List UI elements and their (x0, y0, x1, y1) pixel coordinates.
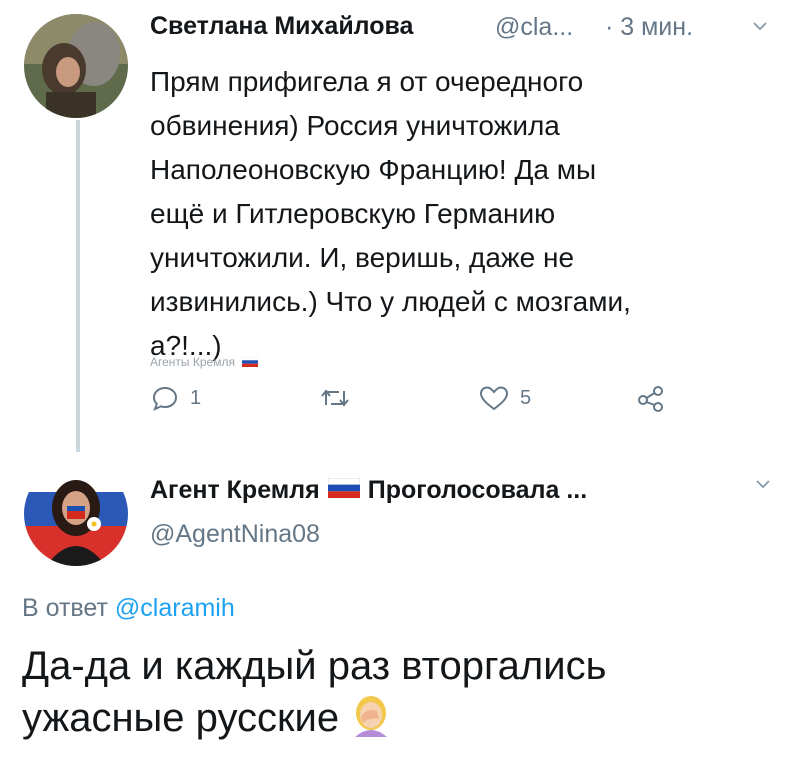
facepalm-emoji-icon (349, 693, 393, 750)
author-handle[interactable]: @cla... (495, 13, 573, 42)
reply-mention-link[interactable]: @claramih (115, 594, 235, 622)
author-name-part: Проголосовала ... (367, 476, 588, 504)
tweet-text-line: обвинения) Россия уничтожила (150, 110, 560, 141)
tweet-text: Да-да и каждый раз вторгались ужасные ру… (22, 640, 792, 750)
avatar[interactable] (24, 14, 128, 118)
reply-button[interactable]: 1 (150, 383, 201, 413)
reply-context: В ответ @claramih (22, 594, 235, 623)
avatar[interactable] (24, 462, 128, 566)
chevron-down-icon[interactable] (752, 18, 768, 34)
tweet-text-line: Наполеоновскую Францию! Да мы (150, 154, 597, 185)
russian-flag-icon (242, 356, 259, 370)
tweet-text-line: уничтожили. И, веришь, даже не (150, 242, 575, 273)
author-name[interactable]: Светлана Михайлова (150, 12, 413, 41)
like-count: 5 (520, 386, 532, 409)
share-icon (636, 383, 666, 413)
author-name-part: Агент Кремля (150, 476, 320, 504)
tweet-text-line-with-emoji: ужасные русские (22, 692, 792, 750)
retweet-icon (318, 383, 352, 413)
author-name[interactable]: Агент Кремля Проголосовала ... (150, 476, 587, 505)
author-handle[interactable]: @AgentNina08 (150, 520, 320, 549)
like-button[interactable]: 5 (478, 383, 531, 413)
watermark-text: Агенты Кремля (150, 355, 235, 369)
tweet-text-line: Прям прифигела я от очередного (150, 66, 584, 97)
tweet-text-line: извинились.) Что у людей с мозгами, (150, 286, 631, 317)
tweet-text-line: Да-да и каждый раз вторгались (22, 644, 607, 688)
reply-icon (150, 383, 180, 413)
watermark: Агенты Кремля (150, 355, 259, 370)
thread-connector-line (76, 120, 80, 452)
russian-flag-icon (327, 476, 360, 505)
chevron-down-icon[interactable] (755, 476, 771, 492)
retweet-button[interactable] (318, 383, 362, 413)
tweet-text: Прям прифигела я от очередного обвинения… (150, 60, 780, 368)
reply-count: 1 (190, 386, 202, 409)
tweet-text-line: ужасные русские (22, 696, 340, 740)
tweet-timestamp[interactable]: · 3 мин. (605, 13, 693, 42)
reply-prefix: В ответ (22, 594, 108, 622)
tweet-text-line: ещё и Гитлеровскую Германию (150, 198, 556, 229)
share-button[interactable] (636, 383, 666, 413)
heart-icon (478, 383, 510, 413)
